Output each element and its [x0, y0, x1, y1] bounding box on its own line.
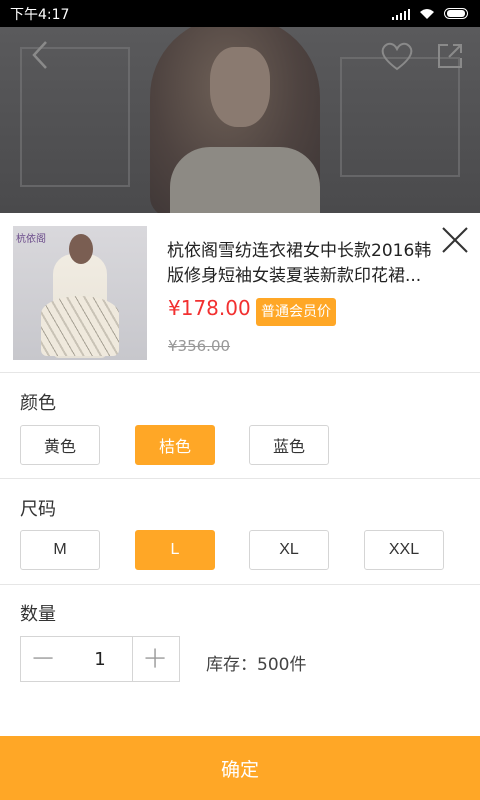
- color-option-blue[interactable]: 蓝色: [249, 425, 329, 465]
- size-option-l[interactable]: L: [135, 530, 215, 570]
- back-icon[interactable]: [28, 40, 52, 70]
- minus-icon: [33, 657, 53, 659]
- confirm-button[interactable]: 确定: [0, 736, 480, 800]
- quantity-label: 数量: [20, 604, 56, 625]
- favorite-heart-icon[interactable]: [380, 41, 414, 71]
- quantity-input[interactable]: 1: [67, 636, 133, 682]
- color-option-yellow[interactable]: 黄色: [20, 425, 100, 465]
- size-option-xl[interactable]: XL: [249, 530, 329, 570]
- close-icon[interactable]: [440, 225, 470, 255]
- product-summary: 杭依阁 杭依阁雪纺连衣裙女中长款2016韩版修身短袖女装夏装新款印花裙...: [0, 213, 480, 373]
- signal-icon: [392, 8, 410, 20]
- color-label: 颜色: [20, 393, 56, 414]
- size-option-xxl[interactable]: XXL: [364, 530, 444, 570]
- status-bar: 下午4:17: [0, 0, 480, 27]
- stock-count: 库存：500件: [206, 655, 307, 675]
- product-title: 杭依阁雪纺连衣裙女中长款2016韩版修身短袖女装夏装新款印花裙...: [167, 241, 432, 286]
- status-icons: [392, 8, 468, 20]
- member-price-badge: 普通会员价: [256, 298, 336, 326]
- quantity-increase-button[interactable]: [132, 636, 180, 682]
- color-option-orange[interactable]: 桔色: [135, 425, 215, 465]
- share-icon[interactable]: [436, 42, 464, 70]
- quantity-decrease-button[interactable]: [20, 636, 68, 682]
- size-label: 尺码: [20, 499, 56, 520]
- status-time: 下午4:17: [10, 6, 70, 23]
- product-price: ¥178.00: [168, 296, 251, 320]
- original-price: ¥356.00: [168, 337, 231, 355]
- thumbnail-brand: 杭依阁: [16, 234, 46, 245]
- size-option-m[interactable]: M: [20, 530, 100, 570]
- wifi-icon: [420, 8, 434, 19]
- product-thumbnail: 杭依阁: [13, 226, 147, 360]
- plus-icon: [145, 648, 165, 668]
- battery-icon: [444, 8, 468, 19]
